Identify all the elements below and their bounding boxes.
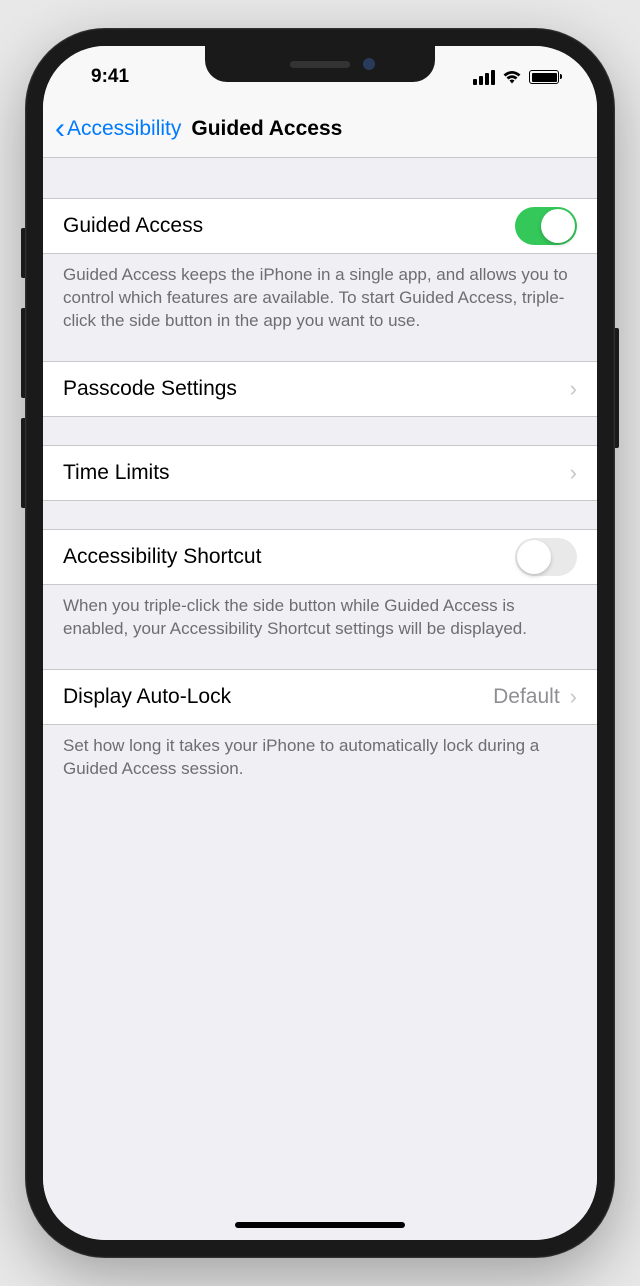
- display-auto-lock-footer: Set how long it takes your iPhone to aut…: [43, 725, 597, 781]
- chevron-right-icon: ›: [570, 684, 577, 710]
- notch: [205, 46, 435, 82]
- screen: 9:41 ‹ Accessibility Guided Access: [43, 46, 597, 1240]
- accessibility-shortcut-label: Accessibility Shortcut: [63, 545, 515, 569]
- wifi-icon: [502, 70, 522, 85]
- guided-access-label: Guided Access: [63, 214, 515, 238]
- chevron-right-icon: ›: [570, 376, 577, 402]
- page-title: Guided Access: [191, 117, 342, 141]
- navigation-bar: ‹ Accessibility Guided Access: [43, 100, 597, 158]
- chevron-right-icon: ›: [570, 460, 577, 486]
- display-auto-lock-label: Display Auto-Lock: [63, 685, 493, 709]
- guided-access-footer: Guided Access keeps the iPhone in a sing…: [43, 254, 597, 333]
- guided-access-toggle-row[interactable]: Guided Access: [43, 198, 597, 254]
- guided-access-toggle[interactable]: [515, 207, 577, 245]
- accessibility-shortcut-row[interactable]: Accessibility Shortcut: [43, 529, 597, 585]
- chevron-left-icon: ‹: [55, 114, 65, 144]
- home-indicator[interactable]: [235, 1222, 405, 1228]
- time-limits-label: Time Limits: [63, 461, 570, 485]
- back-label: Accessibility: [67, 117, 181, 141]
- cellular-signal-icon: [473, 70, 495, 85]
- battery-icon: [529, 70, 559, 84]
- back-button[interactable]: ‹ Accessibility: [55, 114, 181, 144]
- accessibility-shortcut-footer: When you triple-click the side button wh…: [43, 585, 597, 641]
- display-auto-lock-value: Default: [493, 685, 560, 709]
- passcode-settings-label: Passcode Settings: [63, 377, 570, 401]
- time-limits-row[interactable]: Time Limits ›: [43, 445, 597, 501]
- settings-content[interactable]: Guided Access Guided Access keeps the iP…: [43, 158, 597, 1240]
- display-auto-lock-row[interactable]: Display Auto-Lock Default ›: [43, 669, 597, 725]
- status-time: 9:41: [73, 66, 129, 88]
- accessibility-shortcut-toggle[interactable]: [515, 538, 577, 576]
- passcode-settings-row[interactable]: Passcode Settings ›: [43, 361, 597, 417]
- phone-frame: 9:41 ‹ Accessibility Guided Access: [25, 28, 615, 1258]
